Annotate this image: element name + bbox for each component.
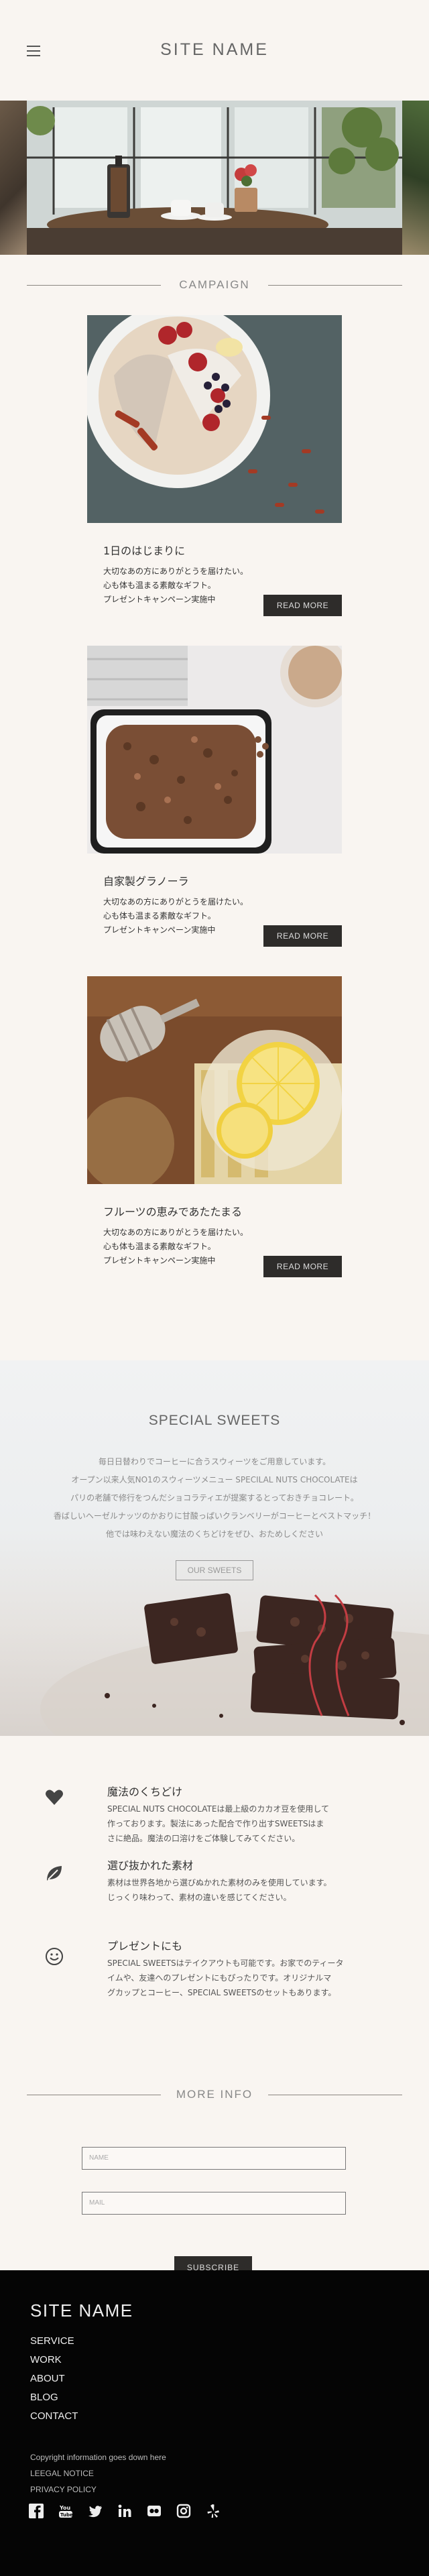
site-title[interactable]: SITE NAME [0, 40, 429, 60]
special-sweets-text: 毎日日替わりでコーヒーに合うスウィーツをご用意しています。 オープン以来人気NO… [53, 1457, 376, 1539]
footer-link-work[interactable]: WORK [30, 2351, 78, 2369]
hero-side-image-right [402, 101, 429, 255]
flickr-icon[interactable] [147, 2504, 162, 2518]
card-title: 1日のはじまりに [103, 544, 186, 557]
card-title: フルーツの恵みであたたまる [103, 1206, 243, 1218]
our-sweets-button[interactable]: OUR SWEETS [176, 1560, 253, 1580]
campaign-card: フルーツの恵みであたたまる 大切なあの方にありがとうを届けたい。 心も体も温まる… [87, 976, 342, 1307]
footer-site-name[interactable]: SITE NAME [30, 2300, 133, 2321]
header: SITE NAME [0, 0, 429, 101]
read-more-button[interactable]: READ MORE [263, 595, 342, 616]
mail-field[interactable]: MAIL [82, 2192, 346, 2215]
twitter-icon[interactable] [88, 2504, 103, 2518]
leaf-icon [47, 1866, 62, 1881]
svg-text:Tube: Tube [60, 2512, 73, 2518]
heart-icon [46, 1790, 63, 1805]
footer-link-contact[interactable]: CONTACT [30, 2407, 78, 2426]
features-section: 魔法のくちどけ SPECIAL NUTS CHOCOLATEは最上級のカカオ豆を… [0, 1736, 429, 2064]
feature-title: プレゼントにも [107, 1940, 183, 1952]
hero-side-image-left [0, 101, 27, 255]
feature-description: SPECIAL SWEETSはテイクアウトも可能です。お家でのティータ イムや、… [107, 1958, 344, 1997]
read-more-button[interactable]: READ MORE [263, 925, 342, 947]
instagram-icon[interactable] [176, 2504, 191, 2518]
facebook-icon[interactable] [29, 2504, 44, 2518]
feature-description: SPECIAL NUTS CHOCOLATEは最上級のカカオ豆を使用して 作って… [107, 1804, 330, 1843]
campaign-heading: CAMPAIGN [0, 255, 429, 315]
youtube-icon[interactable]: You Tube [58, 2504, 73, 2518]
privacy-policy-link[interactable]: PRIVACY POLICY [30, 2485, 97, 2494]
footer-link-about[interactable]: ABOUT [30, 2369, 78, 2388]
social-links: You Tube [29, 2504, 221, 2518]
footer-nav: SERVICE WORK ABOUT BLOG CONTACT [30, 2332, 78, 2426]
name-field[interactable]: NAME [82, 2147, 346, 2170]
more-info-heading: MORE INFO [0, 2064, 429, 2125]
card-image-granola [87, 646, 342, 854]
feature-title: 魔法のくちどけ [107, 1785, 183, 1798]
yelp-icon[interactable] [206, 2504, 221, 2518]
card-image-breakfast-bowl [87, 315, 342, 523]
footer-link-service[interactable]: SERVICE [30, 2332, 78, 2351]
feature-description: 素材は世界各地から選びぬかれた素材のみを使用しています。 じっくり味わって、素材… [107, 1878, 332, 1902]
card-image-lemon-tea [87, 976, 342, 1184]
linkedin-icon[interactable] [117, 2504, 132, 2518]
special-sweets-section: SPECIAL SWEETS 毎日日替わりでコーヒーに合うスウィーツをご用意して… [0, 1360, 429, 1736]
page: SITE NAME CAMPAIGN 1日のはじまりに 大切なあの方にありがとう… [0, 0, 429, 2576]
hero [0, 101, 429, 255]
special-sweets-title: SPECIAL SWEETS [148, 1413, 281, 1428]
hero-image [27, 101, 402, 255]
campaign-card: 1日のはじまりに 大切なあの方にありがとうを届けたい。 心も体も温まる素敵なギフ… [87, 315, 342, 646]
feature-title: 選び抜かれた素材 [107, 1859, 194, 1872]
footer-link-blog[interactable]: BLOG [30, 2388, 78, 2407]
copyright-text: Copyright information goes down here [30, 2453, 166, 2462]
footer: SITE NAME SERVICE WORK ABOUT BLOG CONTAC… [0, 2270, 429, 2576]
divider [268, 285, 402, 286]
campaign-card: 自家製グラノーラ 大切なあの方にありがとうを届けたい。 心も体も温まる素敵なギフ… [87, 646, 342, 976]
legal-notice-link[interactable]: LEEGAL NOTICE [30, 2469, 94, 2478]
svg-text:You: You [59, 2505, 71, 2511]
card-title: 自家製グラノーラ [103, 875, 189, 888]
read-more-button[interactable]: READ MORE [263, 1256, 342, 1277]
smile-icon [46, 1948, 63, 1965]
